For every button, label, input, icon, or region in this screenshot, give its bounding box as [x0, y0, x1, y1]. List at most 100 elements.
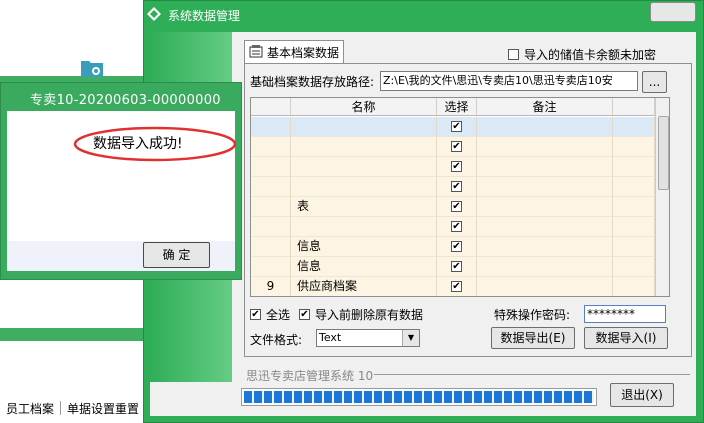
cell-no [251, 217, 291, 237]
delete-before-import-option[interactable]: ✔ 导入前删除原有数据 [299, 306, 423, 323]
cell-extra [613, 157, 655, 177]
cell-select[interactable]: ✔ [437, 277, 477, 296]
cell-note [477, 177, 613, 197]
export-data-button[interactable]: 数据导出(E) [491, 327, 575, 349]
password-input[interactable]: ******** [584, 305, 666, 323]
select-all-label: 全选 [266, 308, 291, 322]
cell-no [251, 237, 291, 257]
table-row[interactable]: 信息 ✔ [251, 237, 655, 257]
status-text: 思迅专卖店管理系统 10 [246, 369, 374, 383]
cell-no [251, 157, 291, 177]
checkbox-checked[interactable]: ✔ [250, 309, 261, 320]
cell-name: 信息 [291, 257, 437, 277]
dialog-title: 专卖10-20200603-00000000 [30, 93, 221, 108]
progress-fill [244, 391, 594, 403]
cell-note [477, 217, 613, 237]
cell-note [477, 137, 613, 157]
cell-no [251, 117, 291, 137]
cell-extra [613, 117, 655, 137]
cell-name: 供应商档案 [291, 277, 437, 296]
background-footer-band [0, 328, 150, 341]
table-row[interactable]: ✔ [251, 137, 655, 157]
cell-no [251, 197, 291, 217]
row-checkbox[interactable]: ✔ [451, 261, 462, 272]
row-checkbox[interactable]: ✔ [451, 241, 462, 252]
cell-select[interactable]: ✔ [437, 257, 477, 277]
cell-select[interactable]: ✔ [437, 197, 477, 217]
cell-extra [613, 277, 655, 296]
archive-icon [249, 44, 263, 61]
cell-no [251, 177, 291, 197]
checkbox-checked[interactable]: ✔ [299, 309, 310, 320]
table-scrollbar[interactable] [655, 98, 669, 296]
row-checkbox[interactable]: ✔ [451, 281, 462, 292]
cell-extra [613, 137, 655, 157]
header-note: 备注 [477, 98, 613, 115]
table-row[interactable]: ✔ [251, 217, 655, 237]
select-all-option[interactable]: ✔ 全选 [250, 306, 290, 323]
stored-value-unencrypted-option[interactable]: 导入的储值卡余额未加密 [508, 46, 656, 63]
archive-table: 名称 选择 备注 ✔ ✔ ✔ ✔ 表 ✔ ✔ 信息 ✔ 信息 ✔ 9 供应商档案 ✔ [250, 97, 670, 297]
row-checkbox[interactable]: ✔ [451, 181, 462, 192]
cell-name [291, 177, 437, 197]
cell-name [291, 117, 437, 137]
browse-button[interactable]: ... [642, 71, 667, 93]
cell-select[interactable]: ✔ [437, 117, 477, 137]
cell-extra [613, 237, 655, 257]
table-row[interactable]: 表 ✔ [251, 197, 655, 217]
cell-select[interactable]: ✔ [437, 157, 477, 177]
cell-select[interactable]: ✔ [437, 177, 477, 197]
scrollbar-thumb[interactable] [658, 116, 669, 190]
link-reset-documents[interactable]: 单据设置重置 [61, 400, 145, 417]
option-label: 导入的储值卡余额未加密 [524, 48, 657, 62]
table-row[interactable]: 信息 ✔ [251, 257, 655, 277]
window-title: 系统数据管理 [168, 8, 241, 23]
path-label: 基础档案数据存放路径: [250, 75, 375, 89]
file-format-select[interactable]: Text ▼ [316, 329, 420, 347]
cell-name [291, 217, 437, 237]
row-checkbox[interactable]: ✔ [451, 161, 462, 172]
table-row[interactable]: ✔ [251, 117, 655, 137]
checkbox-unchecked[interactable] [508, 49, 519, 60]
row-checkbox[interactable]: ✔ [451, 201, 462, 212]
cell-note [477, 257, 613, 277]
window-close-button[interactable] [650, 2, 696, 22]
import-data-button[interactable]: 数据导入(I) [584, 327, 668, 349]
cell-name [291, 157, 437, 177]
annotation-ellipse [73, 126, 237, 162]
table-row[interactable]: 9 供应商档案 ✔ [251, 277, 655, 296]
header-name: 名称 [291, 98, 437, 115]
tab-basic-archive-data[interactable]: 基本档案数据 [244, 40, 344, 64]
row-checkbox[interactable]: ✔ [451, 121, 462, 132]
window-titlebar[interactable]: 系统数据管理 [146, 4, 586, 26]
tab-label: 基本档案数据 [267, 46, 340, 60]
cell-no [251, 257, 291, 277]
row-checkbox[interactable]: ✔ [451, 141, 462, 152]
password-label: 特殊操作密码: [494, 308, 571, 322]
cell-note [477, 197, 613, 217]
exit-button[interactable]: 退出(X) [610, 383, 674, 407]
cell-name [291, 137, 437, 157]
cell-note [477, 157, 613, 177]
cell-name: 信息 [291, 237, 437, 257]
cell-no: 9 [251, 277, 291, 296]
dialog-ok-button[interactable]: 确 定 [143, 242, 210, 268]
progress-bar [241, 388, 597, 406]
cell-select[interactable]: ✔ [437, 137, 477, 157]
delete-before-import-label: 导入前删除原有数据 [315, 308, 424, 322]
row-checkbox[interactable]: ✔ [451, 221, 462, 232]
table-row[interactable]: ✔ [251, 177, 655, 197]
table-header: 名称 选择 备注 [251, 98, 655, 116]
header-extra [613, 98, 655, 115]
path-input[interactable]: Z:\E\我的文件\思迅\专卖店10\思迅专卖店10安 [380, 71, 638, 91]
cell-extra [613, 197, 655, 217]
cell-select[interactable]: ✔ [437, 217, 477, 237]
table-row[interactable]: ✔ [251, 157, 655, 177]
file-format-label: 文件格式: [250, 333, 303, 347]
link-staff-archive[interactable]: 员工档案 [0, 400, 60, 417]
header-no [251, 98, 291, 115]
cell-select[interactable]: ✔ [437, 237, 477, 257]
cell-note [477, 237, 613, 257]
chevron-down-icon[interactable]: ▼ [402, 330, 419, 346]
cell-note [477, 277, 613, 296]
